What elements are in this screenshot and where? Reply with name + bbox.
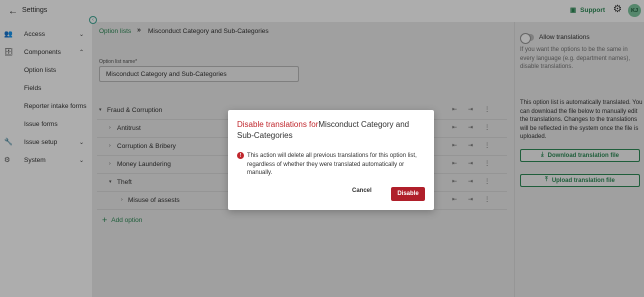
disable-button[interactable]: Disable	[391, 187, 425, 201]
cancel-button[interactable]: Cancel	[352, 188, 372, 194]
dialog-title: Disable translations forMisconduct Categ…	[237, 119, 427, 141]
dialog-message: This action will delete all previous tra…	[247, 153, 417, 176]
disable-translations-dialog: Disable translations forMisconduct Categ…	[228, 110, 434, 210]
warning-icon: !	[237, 152, 244, 159]
dialog-title-prefix: Disable translations for	[237, 120, 319, 129]
